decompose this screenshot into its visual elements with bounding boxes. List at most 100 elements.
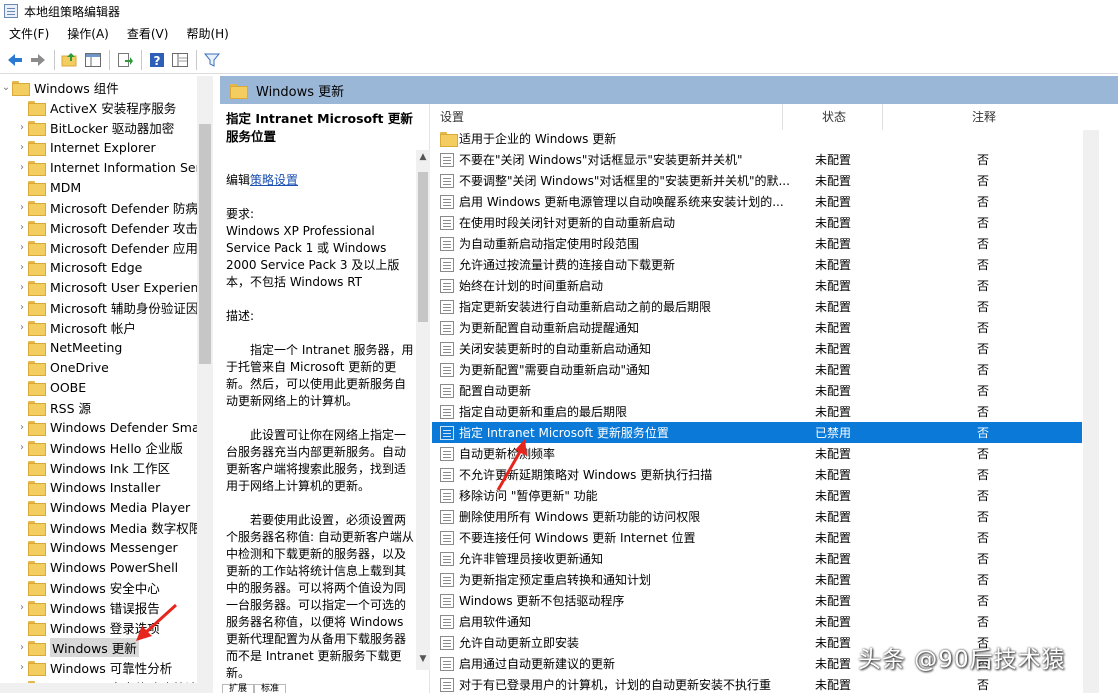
extended-view-icon[interactable] [169,49,191,71]
show-hide-tree-icon[interactable] [82,49,104,71]
help-icon[interactable]: ? [146,49,168,71]
setting-row[interactable]: 启用软件通知 未配置 否 [432,611,1082,632]
tree-item[interactable]: ActiveX 安装程序服务 [16,97,176,117]
setting-row[interactable]: 配置自动更新 未配置 否 [432,380,1082,401]
chevron-right-icon[interactable]: › [16,302,28,313]
tree-item[interactable]: Windows Ink 工作区 [16,457,170,477]
tree-item[interactable]: › Microsoft Defender 攻击 [16,217,198,237]
column-divider[interactable] [782,104,783,130]
description-scrollbar[interactable]: ▲ ▼ [416,150,430,670]
column-header-state[interactable]: 状态 [822,104,846,130]
settings-scrollbar[interactable] [1083,130,1099,693]
menu-view[interactable]: 查看(V) [118,23,178,45]
column-header-comment[interactable]: 注释 [972,104,996,130]
tree-item[interactable]: Windows Installer [16,477,160,497]
tree-item[interactable]: OneDrive [16,357,109,377]
tree-item[interactable]: NetMeeting [16,337,122,357]
menu-help[interactable]: 帮助(H) [177,23,237,45]
tree-item[interactable]: Windows Media 数字权限 [16,517,201,537]
tree-item[interactable]: Windows Messenger [16,537,178,557]
setting-row[interactable]: 允许通过按流量计费的连接自动下载更新 未配置 否 [432,254,1082,275]
menu-action[interactable]: 操作(A) [58,23,118,45]
forward-arrow-icon[interactable] [27,49,49,71]
description-scrollbar-thumb[interactable] [418,172,428,322]
setting-row[interactable]: 不要调整"关闭 Windows"对话框里的"安装更新并关机"的默... 未配置 否 [432,170,1082,191]
scroll-up-icon[interactable]: ▲ [416,152,430,166]
tree-item[interactable]: › Microsoft User Experienc [16,277,205,297]
tree-item[interactable]: › Windows 可靠性分析 [16,657,172,677]
setting-row[interactable]: 始终在计划的时间重新启动 未配置 否 [432,275,1082,296]
folder-icon [28,360,46,376]
chevron-right-icon[interactable]: › [16,222,28,233]
back-arrow-icon[interactable] [4,49,26,71]
setting-row[interactable]: Windows 更新不包括驱动程序 未配置 否 [432,590,1082,611]
menu-file[interactable]: 文件(F) [0,23,58,45]
tree-item[interactable]: › Microsoft 辅助身份验证因 [16,297,198,317]
edit-policy-link[interactable]: 策略设置 [250,173,298,187]
chevron-right-icon[interactable]: › [16,282,28,293]
tree-scrollbar[interactable] [197,76,213,693]
tab-extended[interactable]: 扩展 [222,684,255,693]
tree-item[interactable]: RSS 源 [16,397,91,417]
filter-icon[interactable] [201,49,223,71]
folder-icon [28,340,46,356]
chevron-right-icon[interactable]: › [16,602,28,613]
tree-item[interactable]: › Microsoft Edge [16,257,142,277]
tree-item[interactable]: › Microsoft Defender 防病 [16,197,198,217]
setting-row[interactable]: 为更新配置"需要自动重新启动"通知 未配置 否 [432,359,1082,380]
up-folder-icon[interactable] [59,49,81,71]
chevron-right-icon[interactable]: › [16,262,28,273]
tree-item[interactable]: Windows 安全中心 [16,577,160,597]
tree-item-label: Microsoft 辅助身份验证因 [50,300,199,316]
setting-row[interactable]: 在使用时段关闭针对更新的自动重新启动 未配置 否 [432,212,1082,233]
setting-row[interactable]: 指定自动更新和重启的最后期限 未配置 否 [432,401,1082,422]
scroll-down-icon[interactable]: ▼ [416,654,430,668]
tree-item-root[interactable]: ⌄ Windows 组件 [0,77,119,97]
tree-item[interactable]: › Windows Defender Smar [16,417,205,437]
tree-item-selected[interactable]: › Windows 更新 [16,637,139,657]
chevron-right-icon[interactable]: › [16,442,28,453]
tree-item[interactable]: › Internet Explorer [16,137,156,157]
tree-item[interactable]: OOBE [16,377,86,397]
tab-standard[interactable]: 标准 [254,684,287,693]
tree-item[interactable]: › Internet Information Serv [16,157,208,177]
tree-item[interactable]: › Windows Hello 企业版 [16,437,183,457]
chevron-right-icon[interactable]: › [16,422,28,433]
setting-row[interactable]: 允许非管理员接收更新通知 未配置 否 [432,548,1082,569]
chevron-right-icon[interactable]: › [16,642,28,653]
tree-item[interactable]: › Microsoft 帐户 [16,317,136,337]
tree-item[interactable]: Windows PowerShell [16,557,178,577]
policy-setting-icon [440,173,454,188]
chevron-right-icon[interactable]: › [16,162,28,173]
setting-row[interactable]: 为自动重新启动指定使用时段范围 未配置 否 [432,233,1082,254]
tree-item[interactable]: › BitLocker 驱动器加密 [16,117,174,137]
chevron-right-icon[interactable]: › [16,122,28,133]
setting-row[interactable]: 启用 Windows 更新电源管理以自动唤醒系统来安装计划的... 未配置 否 [432,191,1082,212]
chevron-right-icon[interactable]: › [16,322,28,333]
setting-row[interactable]: 为更新配置自动重新启动提醒通知 未配置 否 [432,317,1082,338]
setting-row[interactable]: 为更新指定预定重启转换和通知计划 未配置 否 [432,569,1082,590]
tree-item-label: BitLocker 驱动器加密 [50,120,175,136]
column-divider[interactable] [882,104,883,130]
chevron-right-icon[interactable]: › [16,242,28,253]
policy-setting-icon [440,194,454,209]
chevron-right-icon[interactable]: › [16,662,28,673]
chevron-right-icon[interactable]: › [16,142,28,153]
export-list-icon[interactable] [114,49,136,71]
chevron-right-icon[interactable]: › [16,202,28,213]
menu-bar: 文件(F) 操作(A) 查看(V) 帮助(H) [0,23,238,45]
tree-item[interactable]: Windows Media Player [16,497,190,517]
setting-folder-row[interactable]: 适用于企业的 Windows 更新 [432,128,1082,149]
setting-row[interactable]: 删除使用所有 Windows 更新功能的访问权限 未配置 否 [432,506,1082,527]
chevron-down-icon[interactable]: ⌄ [0,82,12,93]
tree-item[interactable]: › Microsoft Defender 应用 [16,237,198,257]
tree-horizontal-scrollbar[interactable] [0,683,197,693]
column-header-setting[interactable]: 设置 [440,104,464,130]
tree-scrollbar-thumb[interactable] [199,124,211,364]
setting-row[interactable]: 不要在"关闭 Windows"对话框显示"安装更新并关机" 未配置 否 [432,149,1082,170]
setting-row[interactable]: 不要连接任何 Windows 更新 Internet 位置 未配置 否 [432,527,1082,548]
setting-row[interactable]: 对于有已登录用户的计算机，计划的自动更新安装不执行重 未配置 否 [432,674,1082,693]
setting-row[interactable]: 指定更新安装进行自动重新启动之前的最后期限 未配置 否 [432,296,1082,317]
setting-row[interactable]: 关闭安装更新时的自动重新启动通知 未配置 否 [432,338,1082,359]
tree-item[interactable]: MDM [16,177,81,197]
